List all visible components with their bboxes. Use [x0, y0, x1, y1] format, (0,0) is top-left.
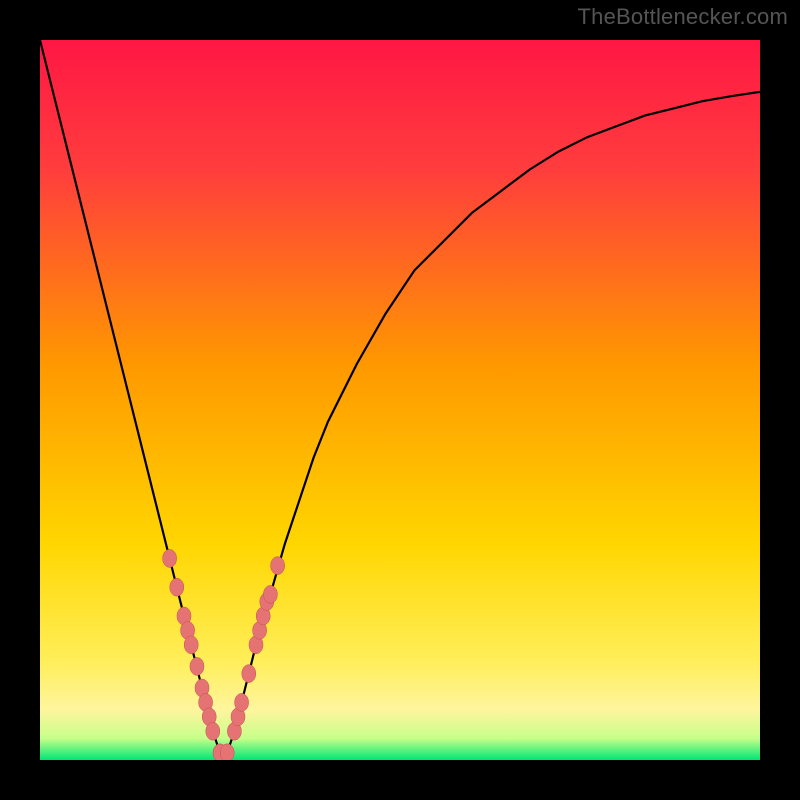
data-marker [263, 585, 277, 603]
data-marker [206, 722, 220, 740]
data-marker [190, 657, 204, 675]
data-marker [220, 744, 234, 760]
data-marker [242, 665, 256, 683]
gradient-background [40, 40, 760, 760]
plot-area [40, 40, 760, 760]
watermark-text: TheBottlenecker.com [578, 4, 788, 30]
data-marker [235, 693, 249, 711]
chart-frame: TheBottlenecker.com [0, 0, 800, 800]
data-marker [170, 578, 184, 596]
data-marker [163, 549, 177, 567]
chart-svg [40, 40, 760, 760]
data-marker [184, 636, 198, 654]
data-marker [271, 557, 285, 575]
